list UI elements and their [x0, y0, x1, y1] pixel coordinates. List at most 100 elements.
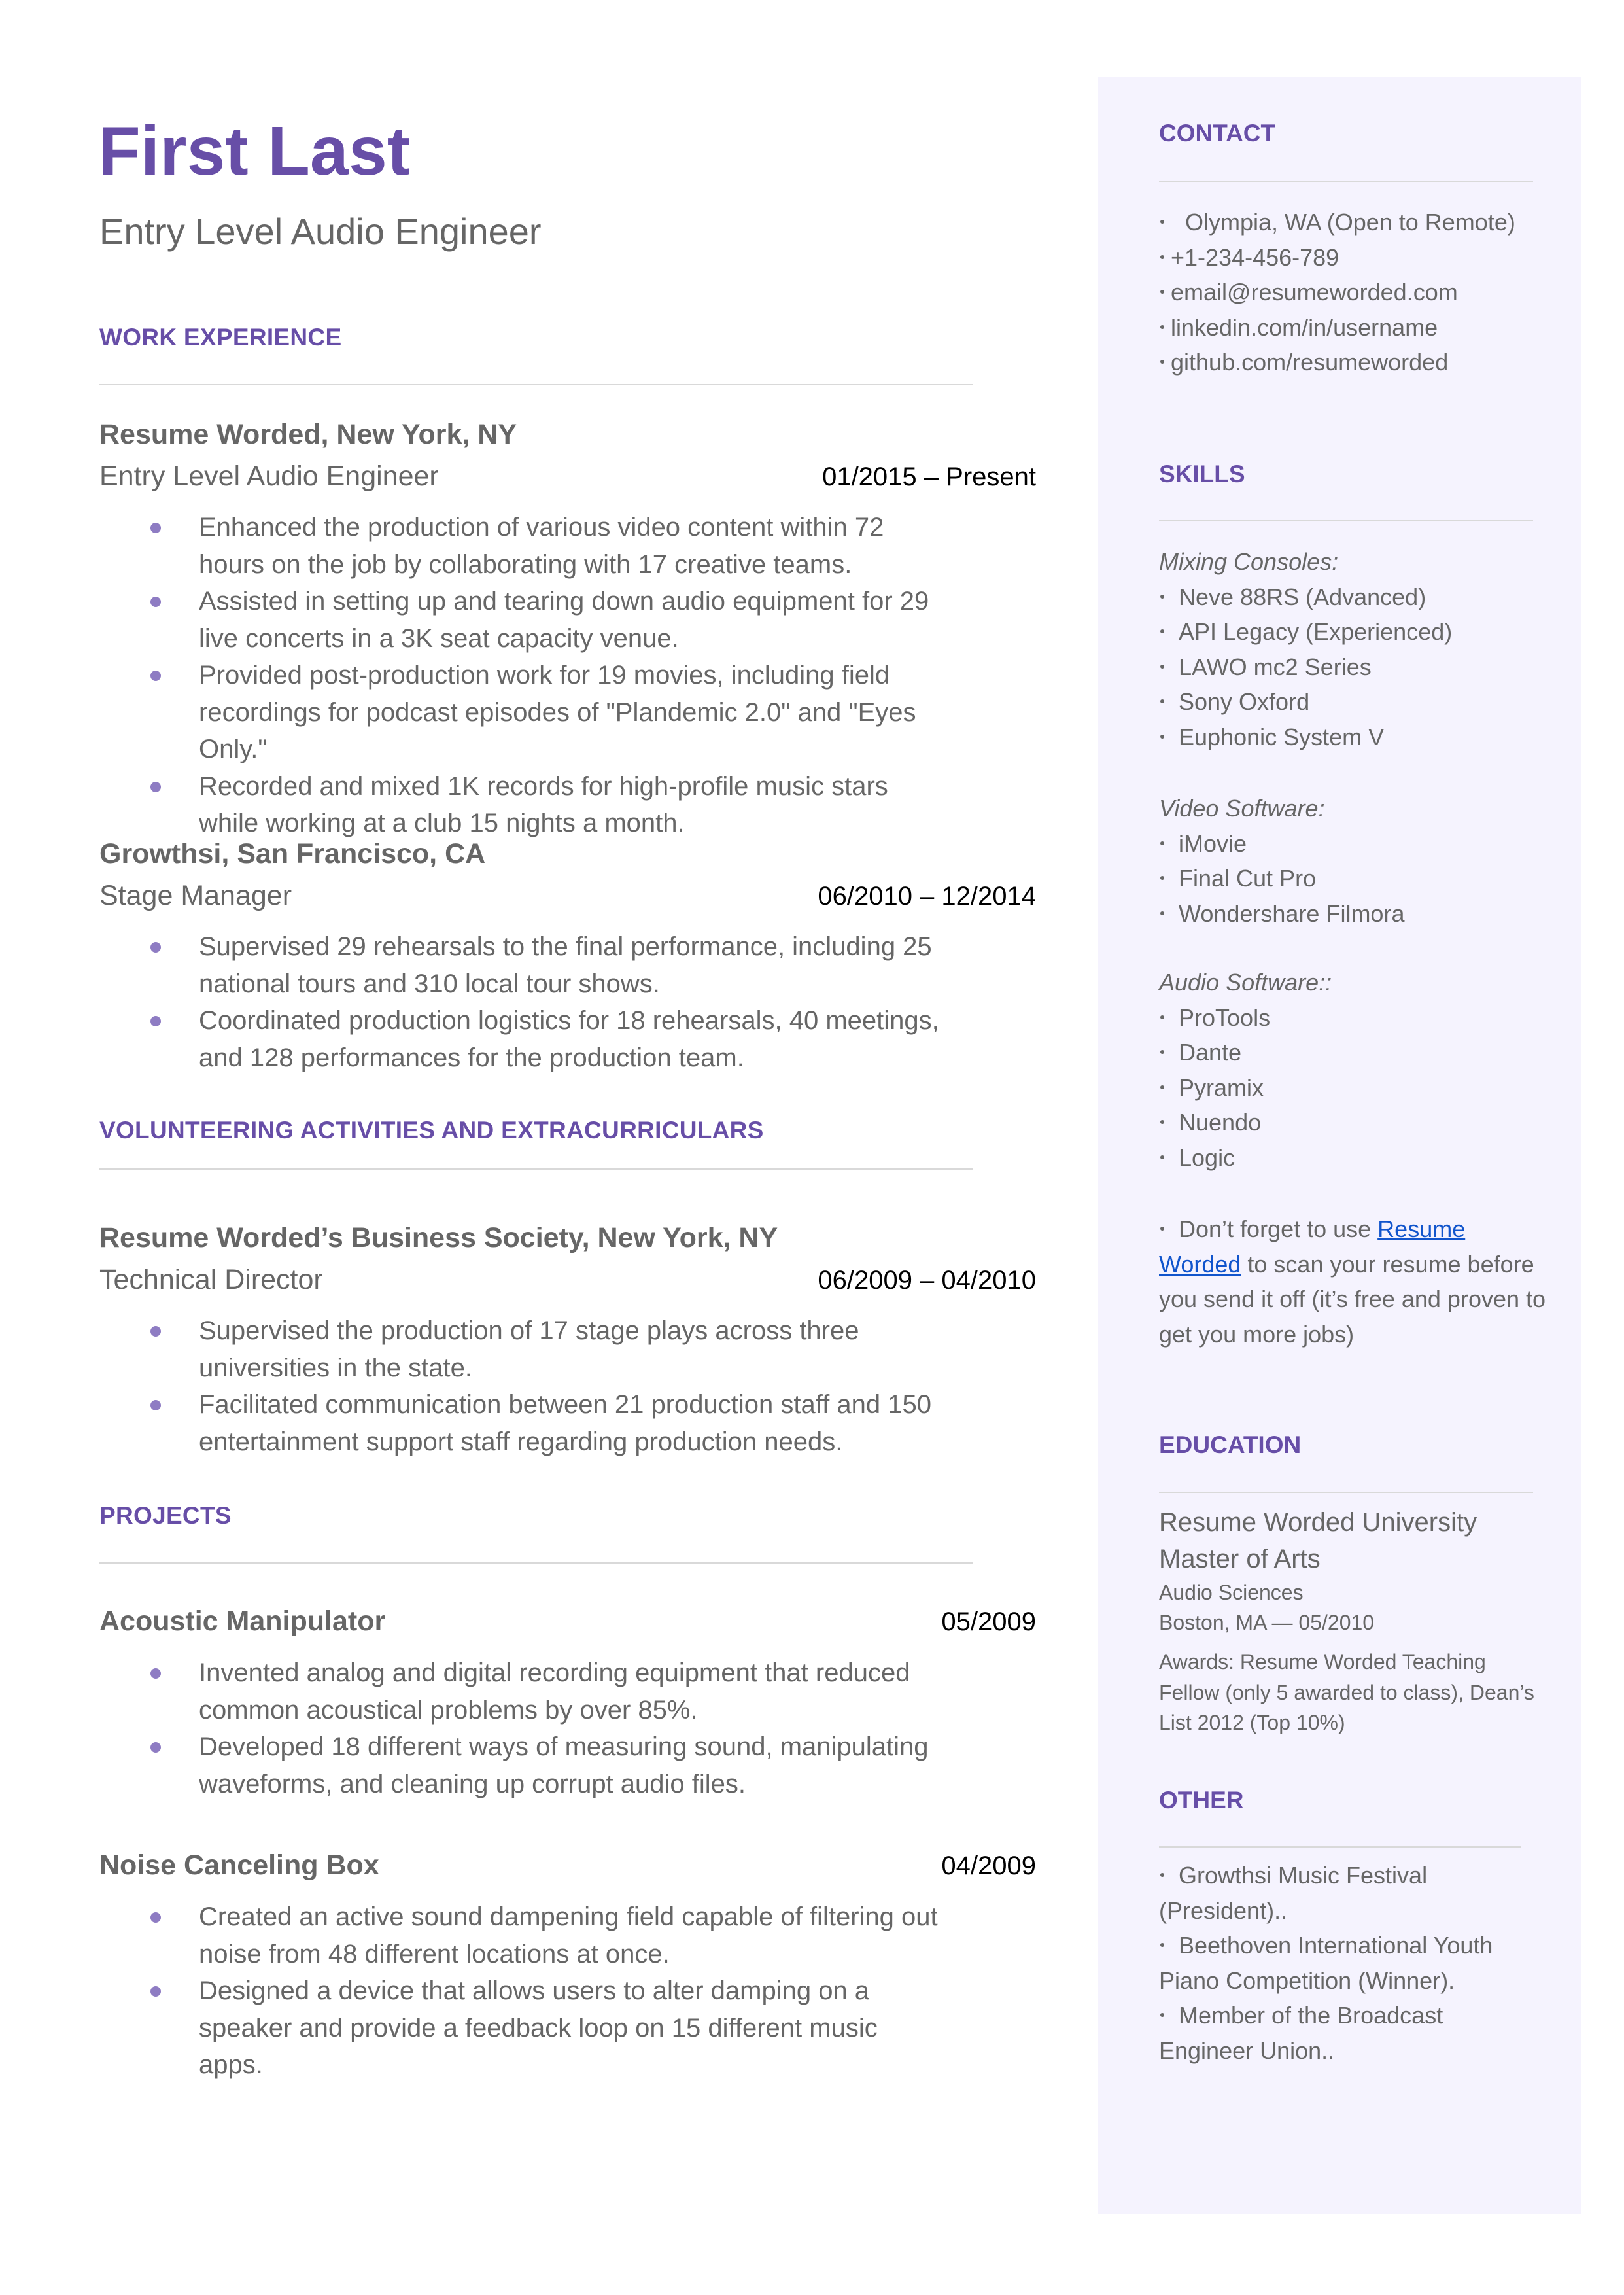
section-divider: [1159, 1846, 1521, 1848]
other-item: Member of the Broadcast Engineer Union..: [1159, 2002, 1443, 2064]
resume-worded-tip: Don’t forget to use Resume Worded to sca…: [1159, 1216, 1546, 1348]
skill-item: LAWO mc2 Series: [1159, 650, 1452, 685]
bullet-dot-icon: [150, 1912, 161, 1923]
skill-item: Final Cut Pro: [1159, 861, 1404, 896]
skill-list: Neve 88RS (Advanced) API Legacy (Experie…: [1159, 580, 1452, 755]
job-title: Entry Level Audio Engineer: [99, 461, 439, 492]
bullet-list: Invented analog and digital recording eq…: [99, 1655, 943, 1802]
work-experience-heading: WORK EXPERIENCE: [99, 324, 342, 351]
bullet-item: Facilitated communication between 21 pro…: [99, 1386, 943, 1460]
project-header: Acoustic Manipulator 05/2009: [99, 1607, 1036, 1636]
projects-heading: PROJECTS: [99, 1502, 232, 1529]
bullet-dot-icon: [1160, 1015, 1164, 1019]
bullet-item: Supervised the production of 17 stage pl…: [99, 1312, 943, 1386]
field-of-study: Audio Sciences: [1159, 1581, 1304, 1604]
bullet-dot-icon: [1160, 220, 1164, 224]
job-title: Stage Manager: [99, 880, 292, 911]
bullet-dot-icon: [1160, 324, 1164, 329]
bullet-dot-icon: [150, 523, 161, 533]
skill-item: Wondershare Filmora: [1159, 896, 1404, 932]
skill-group-label: Video Software:: [1159, 795, 1325, 822]
education-heading: EDUCATION: [1159, 1431, 1302, 1458]
role-title: Technical Director: [99, 1264, 323, 1295]
section-divider: [99, 1562, 973, 1564]
skill-item: Nuendo: [1159, 1105, 1332, 1140]
project-name: Acoustic Manipulator: [99, 1605, 386, 1637]
section-divider: [1159, 520, 1533, 521]
awards: Awards: Resume Worded Teaching Fellow (o…: [1159, 1650, 1534, 1734]
skill-list: ProTools Dante Pyramix Nuendo Logic: [1159, 1000, 1332, 1176]
bullet-dot-icon: [150, 1986, 161, 1997]
contact-linkedin[interactable]: linkedin.com/in/username: [1159, 310, 1515, 345]
contact-phone: +1-234-456-789: [1159, 240, 1515, 275]
project-date: 04/2009: [941, 1851, 1036, 1880]
project-name: Noise Canceling Box: [99, 1849, 379, 1881]
skill-list: iMovie Final Cut Pro Wondershare Filmora: [1159, 826, 1404, 932]
bullet-item: Designed a device that allows users to a…: [99, 1972, 943, 2084]
role-row: Stage Manager 06/2010 – 12/2014: [99, 882, 1036, 910]
bullet-list: Supervised the production of 17 stage pl…: [99, 1312, 943, 1460]
bullet-item: Enhanced the production of various video…: [99, 509, 943, 583]
bullet-dot-icon: [150, 781, 161, 792]
bullet-dot-icon: [150, 597, 161, 607]
skill-group-video: Video Software: iMovie Final Cut Pro Won…: [1159, 791, 1404, 931]
section-divider: [99, 384, 973, 385]
bullet-item: Created an active sound dampening field …: [99, 1899, 943, 1972]
skill-item: Euphonic System V: [1159, 720, 1452, 755]
contact-location: Olympia, WA (Open to Remote): [1159, 205, 1515, 240]
skill-group-audio: Audio Software:: ProTools Dante Pyramix …: [1159, 965, 1332, 1175]
volunteer-entry: Resume Worded’s Business Society, New Yo…: [99, 1224, 1036, 1294]
skill-item: Pyramix: [1159, 1070, 1332, 1106]
contact-heading: CONTACT: [1159, 120, 1276, 147]
skills-heading: SKILLS: [1159, 461, 1245, 487]
bullet-dot-icon: [1160, 664, 1164, 669]
bullet-item: Developed 18 different ways of measuring…: [99, 1728, 943, 1802]
bullet-dot-icon: [150, 1326, 161, 1337]
bullet-dot-icon: [1160, 1873, 1164, 1878]
skill-item: Sony Oxford: [1159, 684, 1452, 720]
other-item: Beethoven International Youth Piano Comp…: [1159, 1932, 1493, 1994]
bullet-item: Provided post-production work for 19 mov…: [99, 657, 943, 768]
bullet-dot-icon: [1160, 360, 1164, 364]
bullet-item: Supervised 29 rehearsals to the final pe…: [99, 928, 943, 1002]
work-entry: Resume Worded, New York, NY Entry Level …: [99, 421, 1036, 491]
skill-item: API Legacy (Experienced): [1159, 614, 1452, 650]
section-divider: [1159, 181, 1533, 182]
bullet-dot-icon: [1160, 594, 1164, 599]
bullet-dot-icon: [150, 1668, 161, 1679]
bullet-dot-icon: [1160, 1227, 1164, 1231]
bullet-item: Coordinated production logistics for 18 …: [99, 1002, 943, 1076]
other-item: Growthsi Music Festival (President)..: [1159, 1862, 1428, 1924]
skill-item: Neve 88RS (Advanced): [1159, 580, 1452, 615]
date-range: 01/2015 – Present: [822, 463, 1036, 491]
date-range: 06/2010 – 12/2014: [818, 882, 1036, 911]
bullet-dot-icon: [150, 1742, 161, 1753]
work-entry: Growthsi, San Francisco, CA Stage Manage…: [99, 840, 1036, 910]
skill-item: Dante: [1159, 1035, 1332, 1070]
bullet-dot-icon: [1160, 1120, 1164, 1125]
contact-email[interactable]: email@resumeworded.com: [1159, 275, 1515, 310]
degree: Master of Arts: [1159, 1545, 1321, 1573]
bullet-dot-icon: [1160, 699, 1164, 704]
project-header: Noise Canceling Box 04/2009: [99, 1851, 1036, 1880]
skill-item: ProTools: [1159, 1000, 1332, 1036]
bullet-item: Recorded and mixed 1K records for high-p…: [99, 768, 943, 842]
candidate-name: First Last: [98, 113, 411, 190]
candidate-title: Entry Level Audio Engineer: [99, 211, 542, 252]
organization: Growthsi, San Francisco, CA: [99, 838, 486, 869]
location-date: Boston, MA — 05/2010: [1159, 1611, 1375, 1634]
bullet-dot-icon: [1160, 876, 1164, 881]
bullet-dot-icon: [150, 671, 161, 681]
role-row: Technical Director 06/2009 – 04/2010: [99, 1266, 1036, 1294]
education-entry: Resume Worded University Master of Arts …: [1159, 1504, 1551, 1738]
bullet-dot-icon: [1160, 1943, 1164, 1948]
skill-group-label: Audio Software::: [1159, 969, 1332, 996]
section-divider: [1159, 1492, 1533, 1493]
role-row: Entry Level Audio Engineer 01/2015 – Pre…: [99, 463, 1036, 491]
organization: Resume Worded, New York, NY: [99, 419, 517, 450]
bullet-dot-icon: [1160, 1155, 1164, 1159]
skill-item: Logic: [1159, 1140, 1332, 1176]
contact-github[interactable]: github.com/resumeworded: [1159, 345, 1515, 380]
contact-list: Olympia, WA (Open to Remote) +1-234-456-…: [1159, 205, 1515, 380]
bullet-dot-icon: [1160, 841, 1164, 845]
